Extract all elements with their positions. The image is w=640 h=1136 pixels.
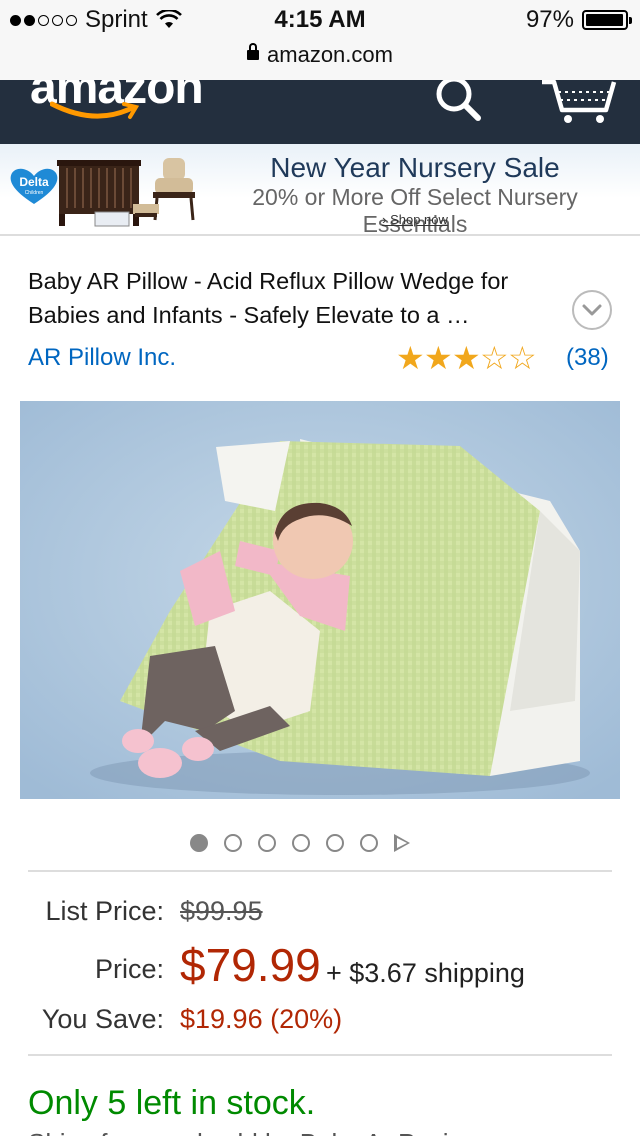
stock-status: Only 5 left in stock.: [28, 1084, 316, 1122]
brand-link[interactable]: AR Pillow Inc.: [28, 344, 176, 372]
savings-row: You Save: $19.96 (20%): [0, 1004, 640, 1044]
review-count-link[interactable]: (38): [566, 344, 609, 372]
status-bar: Sprint 4:15 AM 97%: [0, 0, 640, 40]
star-filled-icon: ★: [452, 340, 481, 376]
savings-value: $19.96 (20%): [180, 1004, 343, 1034]
lock-icon: [247, 43, 260, 61]
product-title: Baby AR Pillow - Acid Reflux Pillow Wedg…: [28, 268, 509, 328]
pager-dot[interactable]: [224, 834, 242, 852]
pager-dot[interactable]: [292, 834, 310, 852]
star-empty-icon: ☆: [508, 340, 537, 376]
shop-now-link[interactable]: › Shop now: [200, 212, 630, 227]
url-domain: amazon.com: [267, 42, 393, 67]
list-price-label: List Price:: [45, 896, 164, 926]
divider: [28, 1054, 612, 1056]
shop-now-label: Shop now: [390, 212, 448, 227]
battery-status: 97%: [525, 6, 632, 34]
svg-text:Delta: Delta: [19, 175, 49, 189]
banner-subtitle: 20% or More Off Select Nursery Essential…: [252, 184, 578, 237]
amazon-smile-icon: [50, 101, 140, 119]
price-label: Price:: [94, 954, 164, 984]
star-empty-icon: ☆: [480, 340, 509, 376]
promo-banner[interactable]: Delta Children New Year Nursery Sale 20%…: [0, 144, 640, 237]
list-price-row: List Price: $99.95: [0, 896, 640, 936]
list-price-value: $99.95: [180, 896, 263, 926]
pager-dot[interactable]: [190, 834, 208, 852]
pager-dot[interactable]: [258, 834, 276, 852]
pager-dot[interactable]: [326, 834, 344, 852]
site-header: amazon: [0, 80, 640, 144]
divider: [28, 870, 612, 872]
play-icon[interactable]: [394, 834, 410, 852]
pager-dot[interactable]: [360, 834, 378, 852]
price-value: $79.99: [180, 939, 321, 991]
shipping-cost: + $3.67 shipping: [326, 958, 525, 988]
savings-label: You Save:: [41, 1004, 164, 1034]
delta-children-logo: Delta Children: [10, 168, 58, 204]
url-bar[interactable]: amazon.com: [0, 40, 640, 80]
search-icon[interactable]: [430, 80, 490, 128]
product-image[interactable]: [20, 401, 620, 799]
star-filled-icon: ★: [424, 340, 453, 376]
battery-percent: 97%: [525, 6, 574, 33]
rating-stars[interactable]: ★ ★ ★ ☆ ☆: [396, 340, 537, 376]
banner-title: New Year Nursery Sale: [270, 152, 560, 183]
expand-title-button[interactable]: [572, 290, 612, 330]
image-pager[interactable]: [190, 834, 410, 852]
nursery-furniture-image: [57, 158, 195, 227]
seller-info: Ships from and sold by Baby Ar Pasi...: [28, 1128, 470, 1136]
battery-icon: [582, 10, 632, 30]
star-filled-icon: ★: [396, 340, 425, 376]
cart-icon[interactable]: [540, 80, 620, 130]
price-row: Price: $79.99 + $3.67 shipping: [0, 938, 640, 998]
svg-text:Children: Children: [25, 190, 44, 196]
chevron-down-icon: [582, 304, 602, 316]
